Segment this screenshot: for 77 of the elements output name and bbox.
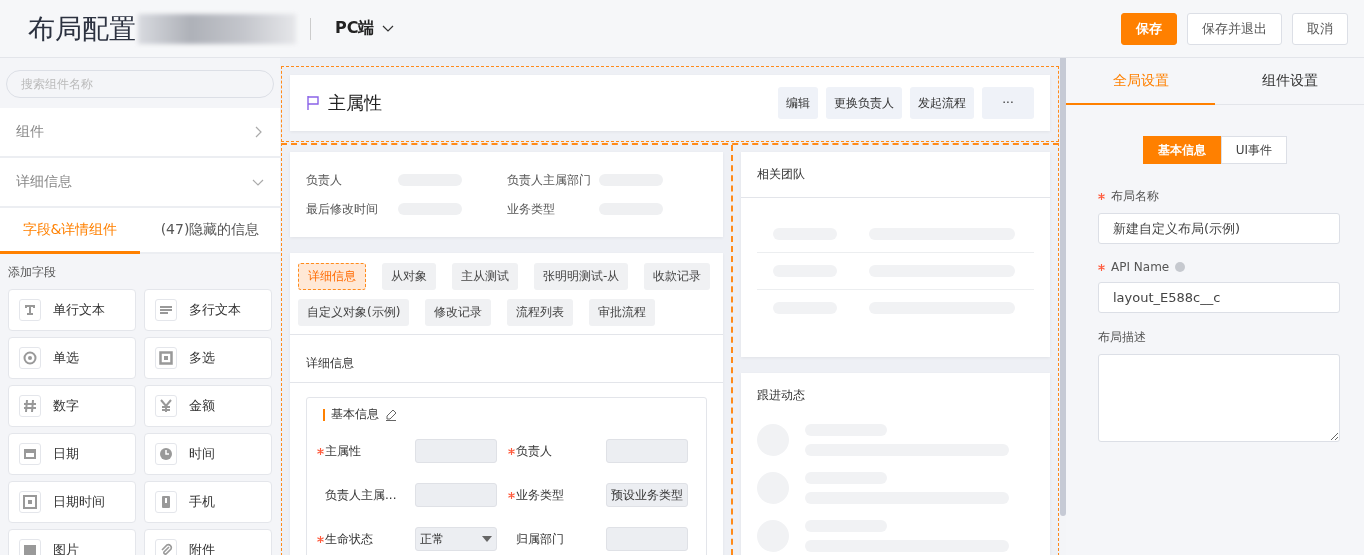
radio-icon [19,347,41,369]
section-row[interactable]: 组件 [0,108,280,158]
field-type-item[interactable]: 附件 [144,529,272,555]
form-label: 负责人 [515,443,552,458]
action-button[interactable]: 发起流程 [910,87,974,119]
input-field[interactable] [605,439,688,463]
field-type-item[interactable]: 数字 [8,385,136,427]
field-type-item[interactable]: 图片 [8,529,136,555]
phone-icon [155,491,177,513]
yen-icon [155,395,177,417]
checkbox-icon [155,347,177,369]
cancel-button[interactable]: 取消 [1292,12,1348,45]
flag-icon [306,95,320,111]
field-label: 负责人主属部门 [506,171,592,189]
field-type-item[interactable]: 多行文本 [144,289,272,331]
object-tab[interactable]: 从对象 [382,263,436,290]
form-label: 布局名称 [1111,188,1159,205]
field-label: 负责人 [306,171,343,189]
field-label: 最后修改时间 [306,200,379,218]
card-title: 相关团队 [741,152,1050,198]
object-tab[interactable]: 审批流程 [589,299,656,326]
record-title: 主属性 [328,91,382,115]
field-type-item[interactable]: 手机 [144,481,272,523]
form-label: API Name [1111,260,1170,274]
object-tab[interactable]: 修改记录 [425,299,492,326]
object-tab[interactable]: 收款记录 [644,263,711,290]
object-tab[interactable]: 自定义对象(示例) [298,299,410,326]
input-field[interactable] [605,527,688,551]
input-field[interactable]: 新建自定义布局(示例) [1098,213,1340,244]
object-tab[interactable]: 流程列表 [507,299,574,326]
field-type-item[interactable]: 金额 [144,385,272,427]
form-label: 主属性 [325,443,361,458]
form-label: 布局描述 [1098,329,1146,346]
save-exit-button[interactable]: 保存并退出 [1187,12,1282,45]
field-type-item[interactable]: 单选 [8,337,136,379]
action-button[interactable]: 更换负责人 [826,87,902,119]
field-type-item[interactable]: 多选 [144,337,272,379]
input-field[interactable]: 预设业务类型 [605,483,688,507]
card-title: 跟进动态 [757,387,806,404]
action-button[interactable]: 编辑 [778,87,818,119]
select-field[interactable]: 正常 [415,527,497,551]
description-field[interactable] [1098,354,1340,442]
help-icon[interactable] [1175,262,1186,272]
platform-dropdown[interactable]: PC端 [335,18,395,39]
caret-icon [482,536,492,542]
group-label: 添加字段 [7,264,57,281]
paragraph-icon [155,299,177,321]
settings-tab[interactable]: 组件设置 [1215,58,1364,105]
input-field[interactable] [415,439,497,463]
field-type-item[interactable]: 时间 [144,433,272,475]
field-label: 业务类型 [506,200,556,218]
section-row[interactable]: 详细信息 [0,158,280,208]
edit-icon[interactable] [385,408,397,421]
form-label: 归属部门 [515,531,564,546]
field-type-item[interactable]: 单行文本 [8,289,136,331]
clock-icon [155,443,177,465]
more-button[interactable]: ··· [982,87,1034,119]
field-type-item[interactable]: 日期时间 [8,481,136,523]
scrollbar[interactable] [1060,58,1066,516]
hash-icon [19,395,41,417]
segment-button[interactable]: UI事件 [1220,136,1288,164]
object-tab[interactable]: 张明明测试-从 [534,263,629,290]
object-tab[interactable]: 主从测试 [452,263,518,290]
form-label: 生命状态 [325,531,373,546]
section-title: 详细信息 [290,335,723,383]
paperclip-icon [155,539,177,555]
field-type-item[interactable]: 日期 [8,433,136,475]
input-field[interactable] [415,483,497,507]
input-field[interactable]: layout_E588c__c [1098,282,1340,313]
search-field[interactable]: 搜索组件名称 [6,70,274,98]
form-label: 业务类型 [515,487,564,502]
chevron-down-icon [382,24,395,33]
panel-tab[interactable]: (47)隐藏的信息 [140,208,280,254]
form-label: 负责人主属... [325,487,397,502]
text-icon [19,299,41,321]
page-title: 布局配置 [28,11,136,46]
group-title: 基本信息 [331,406,379,423]
